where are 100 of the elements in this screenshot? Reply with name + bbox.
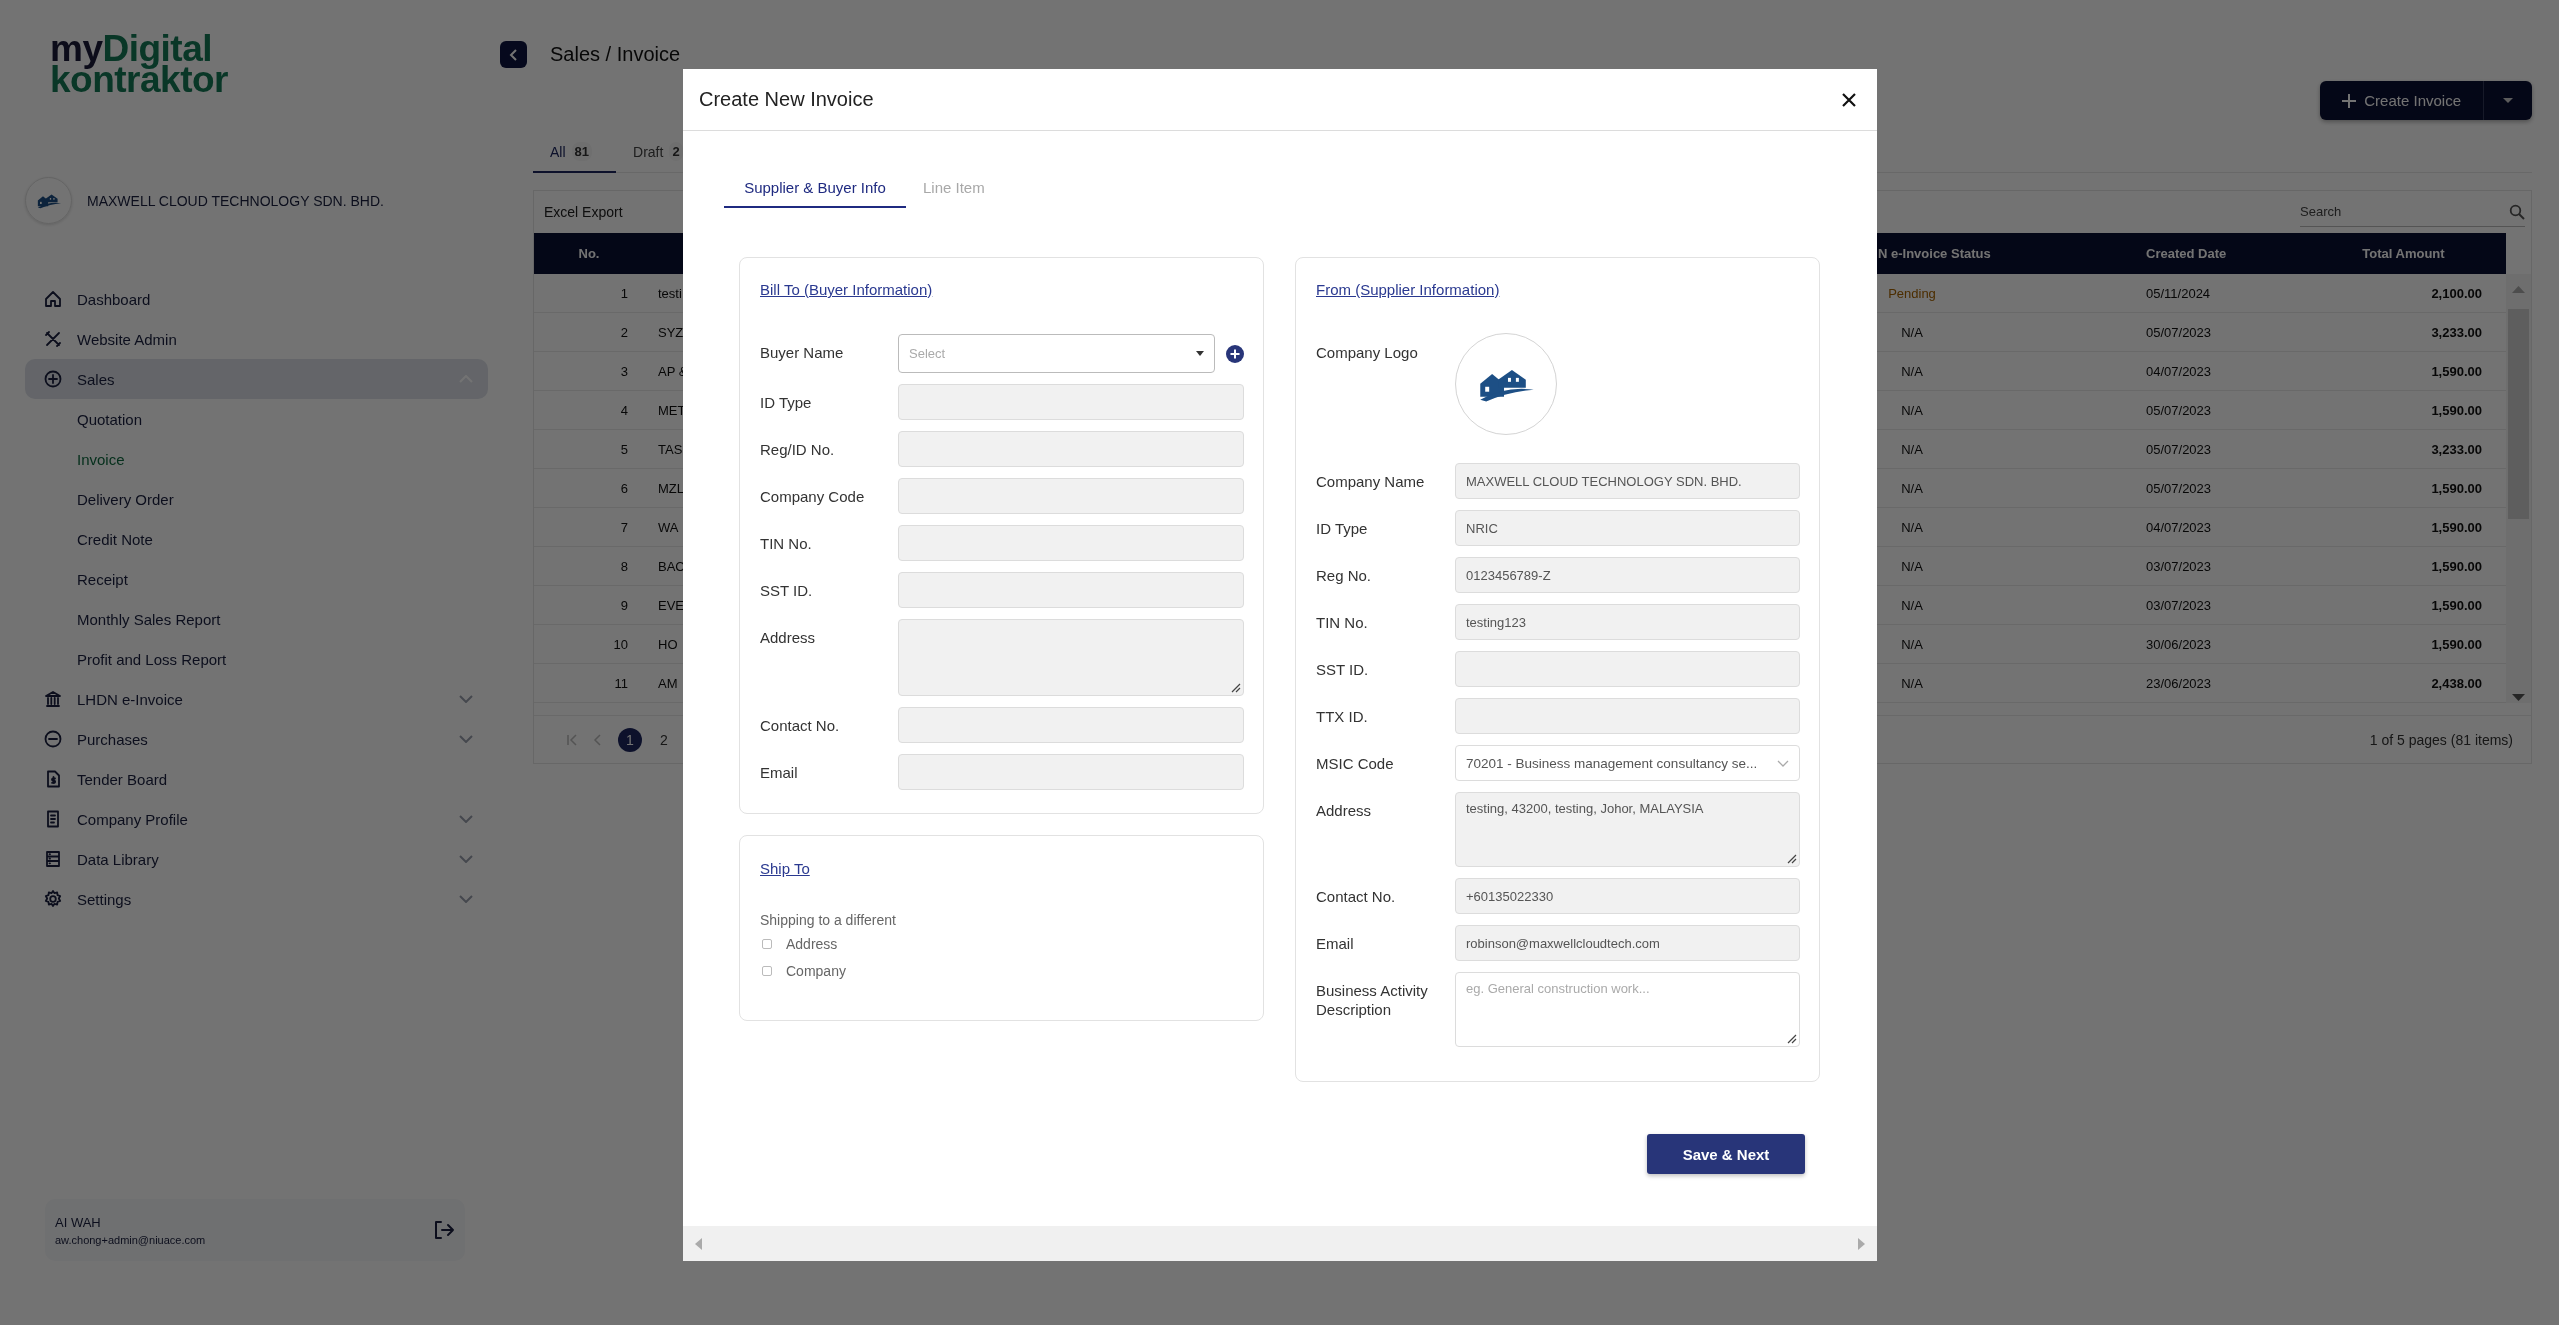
table-cell-text: 5: [619, 441, 629, 457]
table-cell: BAC: [658, 558, 685, 574]
table-cell-text: 3,233.00: [2430, 324, 2483, 340]
field-label: ID Type: [1316, 519, 1369, 539]
search-icon: [2509, 203, 2525, 220]
column-header: N e-Invoice Status: [1878, 246, 1992, 261]
column-header: Created Date: [2145, 246, 2228, 261]
field-label: Reg No.: [1316, 566, 1373, 586]
status-text: N/A: [1900, 441, 1924, 457]
table-cell-text: 05/11/2024: [2145, 285, 2212, 301]
add-icon[interactable]: [1226, 344, 1244, 363]
settings-icon: [43, 889, 63, 909]
text-area[interactable]: eg. General construction work...: [1455, 972, 1800, 1047]
section-heading[interactable]: Bill To (Buyer Information): [760, 279, 933, 301]
table-cell: TAS: [658, 441, 683, 457]
scroll-up-icon[interactable]: [2512, 286, 2525, 293]
nav-subitem[interactable]: Delivery Order: [77, 490, 174, 508]
nav-item[interactable]: Tender Board: [25, 759, 488, 799]
resize-grip-icon[interactable]: [1785, 1032, 1797, 1044]
user-email: aw.chong+admin@niuace.com: [55, 1233, 207, 1246]
checkbox-label[interactable]: Company: [786, 962, 846, 979]
status-text: N/A: [1900, 636, 1924, 652]
dialog-tab[interactable]: Supplier & Buyer Info: [724, 175, 906, 208]
nav-item[interactable]: Sales: [25, 359, 488, 399]
horizontal-scrollbar[interactable]: [683, 1226, 1877, 1261]
chevron-down-icon[interactable]: [459, 895, 473, 903]
first-page-icon[interactable]: [566, 733, 578, 746]
checkbox[interactable]: [762, 965, 772, 976]
nav-item[interactable]: Website Admin: [25, 319, 488, 359]
column-header: No.: [577, 246, 601, 261]
excel-export-link[interactable]: Excel Export: [544, 204, 623, 220]
create-invoice-button[interactable]: Create Invoice: [2320, 81, 2532, 120]
previous-page-icon[interactable]: [592, 733, 604, 746]
table-cell-text: 03/07/2023: [2145, 558, 2213, 574]
scroll-right-icon[interactable]: [1858, 1237, 1865, 1250]
status-text: N/A: [1900, 480, 1924, 496]
section-heading[interactable]: Ship To: [760, 858, 810, 880]
search-field[interactable]: Search: [2300, 197, 2525, 227]
chevron-down-icon[interactable]: [459, 815, 473, 823]
table-cell: AM: [658, 675, 678, 691]
nav-item[interactable]: Purchases: [25, 719, 488, 759]
pagination-summary: 1 of 5 pages (81 items): [2369, 731, 2513, 748]
nav-subitem[interactable]: Receipt: [77, 570, 128, 588]
scroll-down-icon[interactable]: [2512, 694, 2525, 701]
tools-icon: [43, 329, 63, 349]
table-cell-text: 1,590.00: [2430, 558, 2483, 574]
status-text: Pending: [1887, 285, 1937, 301]
page-button[interactable]: 1: [618, 727, 642, 752]
logout-icon[interactable]: [433, 1220, 455, 1240]
select-field[interactable]: Select: [898, 334, 1215, 373]
table-cell-text: 8: [619, 558, 629, 574]
nav-subitem[interactable]: Quotation: [77, 410, 143, 428]
table-cell-text: 05/07/2023: [2145, 402, 2213, 418]
field-label: Address: [1316, 801, 1373, 821]
section-heading[interactable]: From (Supplier Information): [1316, 279, 1500, 301]
table-cell-text: 3,233.00: [2430, 441, 2483, 457]
scroll-left-icon[interactable]: [695, 1237, 702, 1250]
field-label: ID Type: [760, 393, 813, 413]
status-text: N/A: [1900, 402, 1924, 418]
caret-icon[interactable]: [2503, 98, 2513, 103]
nav-subitem[interactable]: Invoice: [77, 450, 125, 468]
checkbox[interactable]: [762, 938, 772, 949]
back-button[interactable]: [500, 41, 527, 68]
filter-tab[interactable]: Draft 2: [616, 132, 700, 173]
list-icon: [43, 849, 63, 869]
table-cell-text: 7: [619, 519, 629, 535]
nav-subitem[interactable]: Credit Note: [77, 530, 153, 548]
chevron-down-icon[interactable]: [459, 695, 473, 703]
nav-subitem[interactable]: Profit and Loss Report: [77, 650, 227, 668]
chevron-down-icon[interactable]: [459, 735, 473, 743]
field-label: Email: [760, 763, 799, 783]
save-next-button[interactable]: Save & Next: [1647, 1134, 1805, 1174]
table-cell-text: 10: [612, 636, 629, 652]
status-text: N/A: [1900, 363, 1924, 379]
table-cell-text: 2: [619, 324, 629, 340]
dialog-tab[interactable]: Line Item: [906, 175, 985, 208]
nav-item[interactable]: LHDN e-Invoice: [25, 679, 488, 719]
nav-item[interactable]: Dashboard: [25, 279, 488, 319]
tab-count: 81: [571, 142, 593, 161]
table-cell-text: 04/07/2023: [2145, 519, 2213, 535]
table-cell-text: 03/07/2023: [2145, 597, 2213, 613]
select-field[interactable]: 70201 - Business management consultancy se...: [1455, 745, 1800, 781]
chevron-left-icon: [508, 48, 519, 61]
nav-item[interactable]: Company Profile: [25, 799, 488, 839]
table-cell-text: 30/06/2023: [2145, 636, 2213, 652]
page-button[interactable]: 2: [656, 727, 672, 752]
ship-prompt: Shipping to a different: [760, 911, 897, 930]
scrollbar[interactable]: [2506, 274, 2531, 703]
nav-subitem[interactable]: Monthly Sales Report: [77, 610, 221, 628]
field-label: Contact No.: [1316, 887, 1397, 907]
checkbox-label[interactable]: Address: [786, 935, 838, 952]
nav-item[interactable]: Settings: [25, 879, 488, 919]
table-cell: SYZ: [658, 324, 684, 340]
field-label: Contact No.: [760, 716, 841, 736]
table-cell-text: 1,590.00: [2430, 402, 2483, 418]
chevron-down-icon[interactable]: [459, 855, 473, 863]
table-cell-text: 2,100.00: [2430, 285, 2483, 301]
table-cell-text: 1,590.00: [2430, 480, 2483, 496]
nav-item[interactable]: Data Library: [25, 839, 488, 879]
filter-tab[interactable]: All 81: [533, 132, 617, 173]
